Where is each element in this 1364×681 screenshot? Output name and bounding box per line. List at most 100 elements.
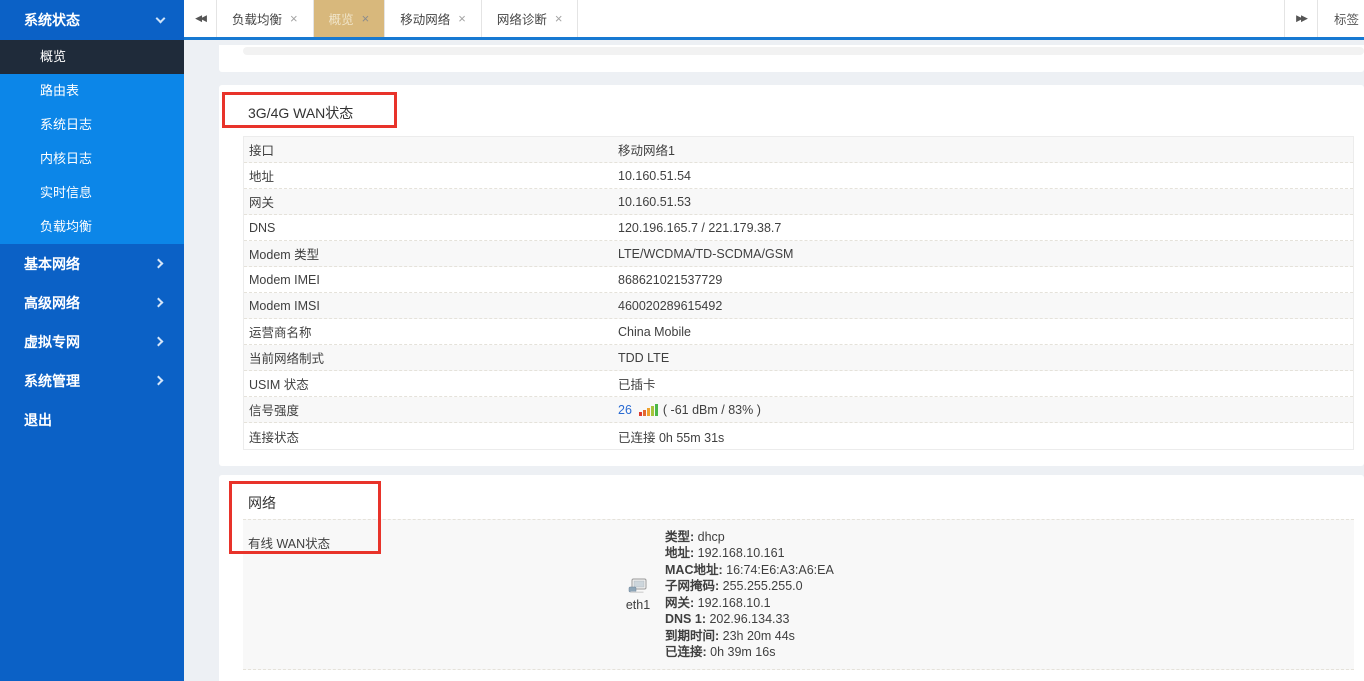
tab-options-label: 标签 [1334,9,1359,28]
row-value: 移动网络1 [618,140,1353,159]
sidebar-header-label: 系统状态 [24,10,80,30]
sidebar-item-label: 退出 [24,410,52,430]
row-value: 10.160.51.54 [618,169,1353,183]
row-label: 信号强度 [244,400,618,419]
main-content: 3G/4G WAN状态 接口移动网络1地址10.160.51.54网关10.16… [184,40,1364,681]
tab-options-button[interactable]: 标签 [1317,0,1364,37]
sidebar-item-系统管理[interactable]: 系统管理 [0,361,184,400]
tabbar-spacer [578,0,1284,37]
detail-line: 地址: 192.168.10.161 [665,545,834,562]
signal-bar [639,412,642,416]
sidebar-subitem-内核日志[interactable]: 内核日志 [0,142,184,176]
close-icon[interactable]: × [290,12,298,25]
detail-label: 类型: [665,530,694,544]
row-value: 26 ( -61 dBm / 83% ) [618,403,1353,417]
ethernet-icon [628,578,648,597]
signal-value: 26 [618,403,632,417]
sidebar-item-label: 虚拟专网 [24,332,80,352]
close-icon[interactable]: × [555,12,563,25]
row-value: China Mobile [618,325,1353,339]
signal-bars-icon [639,404,658,416]
tab-label: 概览 [329,9,354,28]
status-row: Modem 类型LTE/WCDMA/TD-SCDMA/GSM [244,241,1353,267]
wired-wan-row: 有线 WAN状态 eth1 类型: dhcp地 [243,519,1354,670]
signal-detail: ( -61 dBm / 83% ) [663,403,761,417]
detail-label: 到期时间: [665,629,719,643]
row-label: Modem IMSI [244,299,618,313]
row-value: LTE/WCDMA/TD-SCDMA/GSM [618,247,1353,261]
sidebar-subitem-路由表[interactable]: 路由表 [0,74,184,108]
row-value: 460020289615492 [618,299,1353,313]
chevron-right-icon [154,376,164,386]
previous-panel-bottom [219,45,1364,72]
sidebar-subitem-概览[interactable]: 概览 [0,40,184,74]
sidebar-subitem-实时信息[interactable]: 实时信息 [0,176,184,210]
wired-wan-table: 有线 WAN状态 eth1 类型: dhcp地 [243,519,1354,670]
status-row: USIM 状态已插卡 [244,371,1353,397]
tab-概览[interactable]: 概览 × [314,0,386,37]
tab-负载均衡[interactable]: 负载均衡 × [217,0,314,37]
interface-name: eth1 [626,598,650,612]
row-label: USIM 状态 [244,374,618,393]
chevron-right-icon [154,259,164,269]
tabs-scroll-right-button[interactable]: ▶▶ [1284,0,1317,37]
horizontal-scrollbar[interactable] [243,47,1364,55]
close-icon[interactable]: × [362,12,370,25]
scroll-left-icon: ◀◀ [195,13,205,24]
status-row: 地址10.160.51.54 [244,163,1353,189]
tab-网络诊断[interactable]: 网络诊断× [482,0,579,37]
sidebar-item-高级网络[interactable]: 高级网络 [0,283,184,322]
chevron-right-icon [154,337,164,347]
row-value: 10.160.51.53 [618,195,1353,209]
detail-label: 已连接: [665,645,707,659]
row-label: 运营商名称 [244,322,618,341]
detail-line: MAC地址: 16:74:E6:A3:A6:EA [665,562,834,579]
status-row: 连接状态已连接 0h 55m 31s [244,423,1353,449]
sidebar-item-label: 系统管理 [24,371,80,391]
close-icon[interactable]: × [458,12,466,25]
signal-bar [647,408,650,416]
sidebar-item-退出[interactable]: 退出 [0,400,184,439]
scroll-right-icon: ▶▶ [1296,13,1306,24]
tabs-scroll-left-button[interactable]: ◀◀ [184,0,217,37]
tab-label: 负载均衡 [232,9,282,28]
row-label: 接口 [244,140,618,159]
status-row: Modem IMEI868621021537729 [244,267,1353,293]
detail-line: 子网掩码: 255.255.255.0 [665,578,834,595]
row-label: DNS [244,221,618,235]
detail-line: 到期时间: 23h 20m 44s [665,628,834,645]
detail-line: 已连接: 0h 39m 16s [665,644,834,661]
sidebar: 系统状态 概览路由表系统日志内核日志实时信息负载均衡 基本网络高级网络虚拟专网系… [0,0,184,681]
tab-移动网络[interactable]: 移动网络 × [385,0,482,37]
row-value: 已连接 0h 55m 31s [618,427,1353,446]
tabs-container: 负载均衡×概览×移动网络×网络诊断× [217,0,578,37]
sidebar-subitem-负载均衡[interactable]: 负载均衡 [0,210,184,244]
sidebar-main-menu: 基本网络高级网络虚拟专网系统管理退出 [0,244,184,439]
signal-bar [655,404,658,416]
detail-label: 子网掩码: [665,579,719,593]
row-value: 已插卡 [618,374,1353,393]
network-panel-title: 网络 [219,475,1364,513]
sidebar-item-虚拟专网[interactable]: 虚拟专网 [0,322,184,361]
tab-label: 移动网络 [400,9,450,28]
row-value: 868621021537729 [618,273,1353,287]
row-label: 连接状态 [244,427,618,446]
row-value: 120.196.165.7 / 221.179.38.7 [618,221,1353,235]
detail-line: 类型: dhcp [665,529,834,546]
status-row: DNS120.196.165.7 / 221.179.38.7 [244,215,1353,241]
sidebar-submenu: 概览路由表系统日志内核日志实时信息负载均衡 [0,40,184,244]
detail-label: 地址: [665,546,694,560]
status-row: 信号强度26 ( -61 dBm / 83% ) [244,397,1353,423]
status-row: Modem IMSI460020289615492 [244,293,1353,319]
sidebar-header-system-status[interactable]: 系统状态 [0,0,184,40]
sidebar-item-label: 高级网络 [24,293,80,313]
wired-wan-row-value: eth1 类型: dhcp地址: 192.168.10.161MAC地址: 16… [617,527,1354,662]
chevron-right-icon [154,298,164,308]
wan3g-panel-title: 3G/4G WAN状态 [219,85,1364,123]
row-label: Modem 类型 [244,244,618,263]
tab-bar: ◀◀ 负载均衡×概览×移动网络×网络诊断× ▶▶ 标签 [184,0,1364,40]
signal-bar [651,406,654,416]
detail-label: MAC地址: [665,563,723,577]
sidebar-item-基本网络[interactable]: 基本网络 [0,244,184,283]
sidebar-subitem-系统日志[interactable]: 系统日志 [0,108,184,142]
